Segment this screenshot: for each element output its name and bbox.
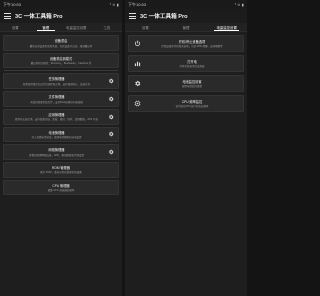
gear-icon[interactable] <box>108 78 114 84</box>
tab-settings[interactable]: 设置 <box>0 23 31 31</box>
monitor-list: 开机/停止设备选项 控制设备开关机相关选项，包括 WiFi 唤醒、蓝牙唤醒等 打… <box>125 32 247 112</box>
card-desc: 重新启动设备并还原系统，包括设备冷启动、强制重启等 <box>29 44 93 48</box>
card-desc: 查看和管理正在运行的进程和应用，支持强制停止、结束任务 <box>22 82 91 86</box>
card-reboot[interactable]: 设备重启 重新启动设备并还原系统，包括设备冷启动、强制重启等 <box>3 35 119 51</box>
card-reboot-mode[interactable]: 设备重启到模式 重启到指定模式：Recovery、Bootloader、Fast… <box>3 52 119 69</box>
card-desc: 查看和管理网络连接、WiFi、移动数据和代理设置 <box>29 153 84 157</box>
card-title: 网络管理器 <box>48 148 65 153</box>
card-desc: 管理已安装应用，支持批量冻结、卸载、备份、恢复、清理数据、APK 导出 <box>14 118 99 122</box>
card-task-manager[interactable]: 任务管理器 查看和管理正在运行的进程和应用，支持强制停止、结束任务 <box>3 73 119 90</box>
gear-icon[interactable] <box>108 114 114 120</box>
card-title: CPU 频率监控 <box>181 99 203 104</box>
card-battery-info[interactable]: 打开电 打开系统电池信息面板 <box>128 55 244 72</box>
power-icon <box>134 40 140 47</box>
status-icons: ⁰ ⊙ ▮ <box>109 2 119 7</box>
app-title: 3C 一体工具箱 Pro <box>140 14 188 20</box>
app-bar: 3C 一体工具箱 Pro <box>0 9 122 23</box>
card-network-manager[interactable]: 网络管理器 查看和管理网络连接、WiFi、移动数据和代理设置 <box>3 144 119 160</box>
menu-icon[interactable] <box>129 13 136 19</box>
right-screen: 下午10:53 ⁰ ⊙ ▮ 3C 一体工具箱 Pro 设置 管理 电量监控设置 … <box>125 0 247 296</box>
status-time: 下午10:53 <box>128 1 147 7</box>
tab-bar: 设置 管理 电量监控设置 工具 <box>0 23 122 32</box>
menu-icon[interactable] <box>4 13 11 19</box>
tab-battery-monitor[interactable]: 电量监控设置 <box>206 23 247 31</box>
card-desc: 刷写 ROM、备份分区和管理系统镜像 <box>40 171 82 175</box>
card-power-options[interactable]: 开机/停止设备选项 控制设备开关机相关选项，包括 WiFi 唤醒、蓝牙唤醒等 <box>128 35 244 52</box>
tab-settings[interactable]: 设置 <box>125 23 166 31</box>
cpu-icon <box>134 100 140 107</box>
tab-manage[interactable]: 管理 <box>166 23 207 31</box>
status-bar: 下午10:53 ⁰ ⊙ ▮ <box>0 0 122 9</box>
card-title: 设备重启 <box>54 39 68 43</box>
card-title: CPU 管理器 <box>52 183 70 188</box>
tab-bar: 设置 管理 电量监控设置 <box>125 23 247 32</box>
settings-icon <box>134 80 140 87</box>
card-desc: 浏览和管理系统文件，支持Root权限访问和编辑 <box>30 100 83 104</box>
card-desc: 重启到指定模式：Recovery、Bootloader、Fastboot 等 <box>30 62 92 66</box>
tab-battery-monitor[interactable]: 电量监控设置 <box>61 23 92 31</box>
card-title: 设备重启到模式 <box>49 56 73 61</box>
status-bar: 下午10:53 ⁰ ⊙ ▮ <box>125 0 247 9</box>
card-desc: 实时监控CPU运行状态和频率 <box>175 104 209 108</box>
card-title: 任务管理器 <box>48 77 65 82</box>
card-cpu-manager[interactable]: CPU 管理器 调整 CPU 调速器和频率 <box>3 179 119 196</box>
card-title: 应用管理器 <box>48 112 65 117</box>
tab-tools[interactable]: 工具 <box>92 23 123 31</box>
app-title: 3C 一体工具箱 Pro <box>15 14 63 20</box>
card-cpu-monitor[interactable]: CPU 频率监控 实时监控CPU运行状态和频率 <box>128 95 244 112</box>
card-title: 文件管理器 <box>48 95 65 100</box>
left-screen: 下午10:53 ⁰ ⊙ ▮ 3C 一体工具箱 Pro 设置 管理 电量监控设置 … <box>0 0 122 296</box>
card-desc: 深入查看电池状态，管理电池健康和充电设置 <box>31 136 82 140</box>
gear-icon[interactable] <box>108 96 114 102</box>
gear-icon[interactable] <box>108 131 114 137</box>
card-title: ROM 管理器 <box>52 165 70 170</box>
status-time: 下午10:53 <box>3 1 22 7</box>
card-battery-manager[interactable]: 电池管理器 深入查看电池状态，管理电池健康和充电设置 <box>3 126 119 143</box>
card-rom-manager[interactable]: ROM 管理器 刷写 ROM、备份分区和管理系统镜像 <box>3 161 119 178</box>
app-bar: 3C 一体工具箱 Pro <box>125 9 247 23</box>
divider <box>4 70 118 72</box>
gear-icon[interactable] <box>108 149 114 155</box>
card-desc: 打开系统电池信息面板 <box>179 64 205 68</box>
battery-chart-icon <box>134 61 140 67</box>
card-app-manager[interactable]: 应用管理器 管理已安装应用，支持批量冻结、卸载、备份、恢复、清理数据、APK 导… <box>3 108 119 125</box>
tool-list: 设备重启 重新启动设备并还原系统，包括设备冷启动、强制重启等 设备重启到模式 重… <box>0 32 122 196</box>
card-title: 电池监控设置 <box>182 79 202 84</box>
card-battery-monitor-settings[interactable]: 电池监控设置 配置电池监控参数 <box>128 75 244 92</box>
card-title: 开机/停止设备选项 <box>178 39 206 44</box>
card-file-manager[interactable]: 文件管理器 浏览和管理系统文件，支持Root权限访问和编辑 <box>3 91 119 107</box>
card-title: 打开电 <box>187 59 197 64</box>
card-title: 电池管理器 <box>48 130 65 135</box>
card-desc: 调整 CPU 调速器和频率 <box>47 189 75 193</box>
card-desc: 配置电池监控参数 <box>181 84 202 88</box>
card-desc: 控制设备开关机相关选项，包括 WiFi 唤醒、蓝牙唤醒等 <box>161 44 223 48</box>
tab-manage[interactable]: 管理 <box>31 23 62 31</box>
status-icons: ⁰ ⊙ ▮ <box>234 2 244 7</box>
